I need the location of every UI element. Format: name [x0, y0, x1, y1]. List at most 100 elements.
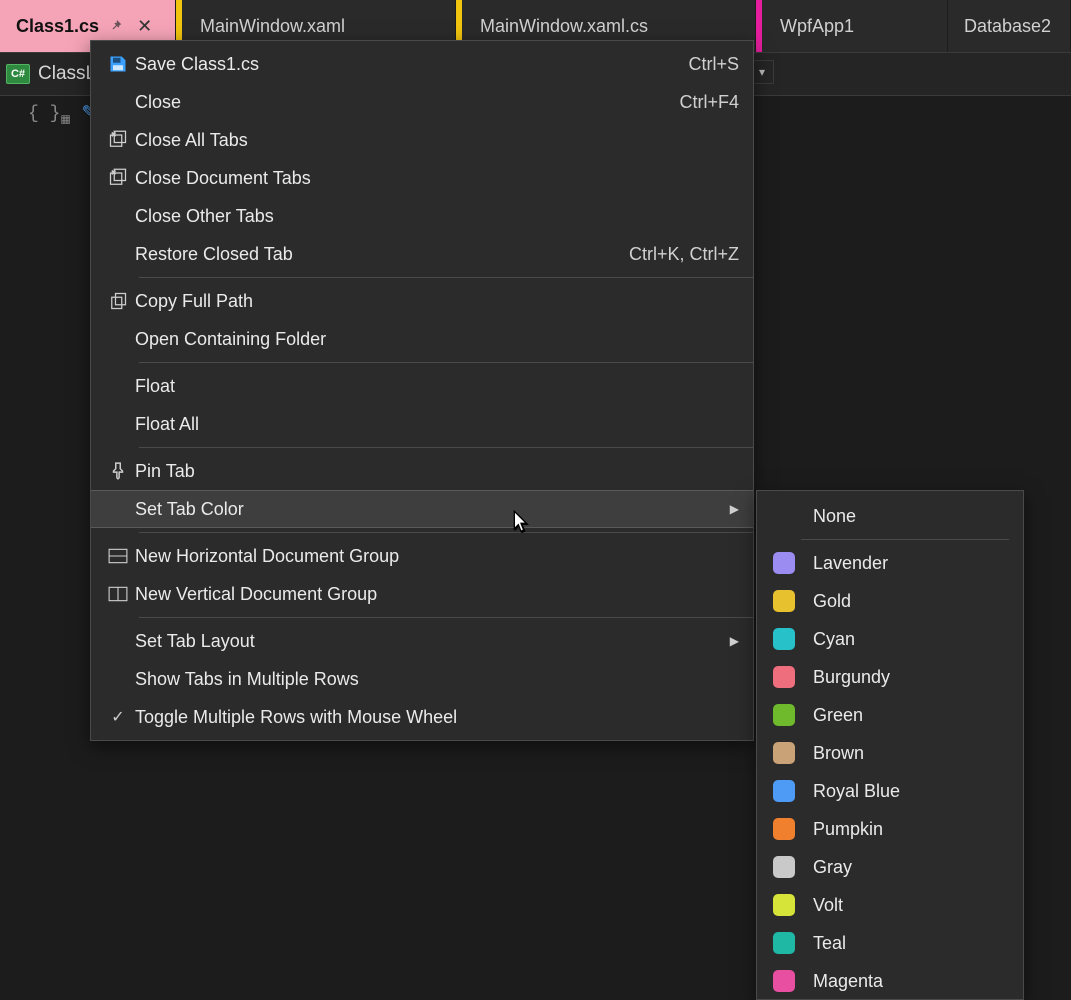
menu-label: Float All — [135, 414, 739, 435]
tab-color-submenu: None Lavender Gold Cyan Burgundy Green Brown Ro… — [756, 490, 1024, 1000]
color-swatch-icon — [773, 704, 795, 726]
copy-icon — [101, 291, 135, 311]
color-option-royal-blue[interactable]: Royal Blue — [757, 772, 1023, 810]
color-option-magenta[interactable]: Magenta — [757, 962, 1023, 1000]
tab-accent — [756, 0, 762, 52]
color-label: Brown — [813, 743, 864, 764]
check-icon: ✓ — [101, 707, 135, 727]
menu-float-all[interactable]: Float All — [91, 405, 753, 443]
menu-open-folder[interactable]: Open Containing Folder — [91, 320, 753, 358]
menu-toggle-wheel[interactable]: ✓ Toggle Multiple Rows with Mouse Wheel — [91, 698, 753, 736]
color-swatch-icon — [773, 628, 795, 650]
menu-restore-closed[interactable]: Restore Closed Tab Ctrl+K, Ctrl+Z — [91, 235, 753, 273]
pin-icon — [109, 19, 123, 33]
menu-close-docs[interactable]: Close Document Tabs — [91, 159, 753, 197]
color-label: Gold — [813, 591, 851, 612]
close-all-icon — [101, 130, 135, 150]
color-swatch-icon — [773, 666, 795, 688]
menu-separator — [139, 277, 753, 278]
color-option-none[interactable]: None — [757, 497, 1023, 535]
tab-label: MainWindow.xaml.cs — [480, 16, 648, 37]
menu-label: Close — [135, 92, 659, 113]
color-label: Burgundy — [813, 667, 890, 688]
color-option-green[interactable]: Green — [757, 696, 1023, 734]
menu-label: Show Tabs in Multiple Rows — [135, 669, 739, 690]
menu-close-all[interactable]: Close All Tabs — [91, 121, 753, 159]
color-label: Royal Blue — [813, 781, 900, 802]
menu-label: Float — [135, 376, 739, 397]
color-label: Gray — [813, 857, 852, 878]
menu-label: Close All Tabs — [135, 130, 739, 151]
color-label: None — [813, 506, 856, 527]
menu-label: Close Other Tabs — [135, 206, 739, 227]
color-label: Green — [813, 705, 863, 726]
tab-label: Database2 — [964, 16, 1051, 37]
menu-separator — [139, 617, 753, 618]
code-outline-decoration: { }▦ ✎ — [28, 102, 97, 127]
color-option-cyan[interactable]: Cyan — [757, 620, 1023, 658]
color-option-volt[interactable]: Volt — [757, 886, 1023, 924]
tab-label: WpfApp1 — [780, 16, 854, 37]
color-swatch-icon — [773, 894, 795, 916]
color-label: Cyan — [813, 629, 855, 650]
menu-save[interactable]: Save Class1.cs Ctrl+S — [91, 45, 753, 83]
menu-pin-tab[interactable]: Pin Tab — [91, 452, 753, 490]
menu-label: Set Tab Layout — [135, 631, 721, 652]
color-swatch-icon — [773, 552, 795, 574]
menu-label: New Horizontal Document Group — [135, 546, 739, 567]
menu-label: Save Class1.cs — [135, 54, 668, 75]
split-horizontal-icon — [101, 547, 135, 565]
color-label: Lavender — [813, 553, 888, 574]
color-swatch-icon — [773, 590, 795, 612]
tab-label: Class1.cs — [16, 16, 99, 37]
color-label: Magenta — [813, 971, 883, 992]
menu-label: Close Document Tabs — [135, 168, 739, 189]
close-icon[interactable]: ✕ — [137, 16, 152, 37]
menu-close-other[interactable]: Close Other Tabs — [91, 197, 753, 235]
menu-close[interactable]: Close Ctrl+F4 — [91, 83, 753, 121]
menu-label: New Vertical Document Group — [135, 584, 739, 605]
tab-wpfapp1[interactable]: WpfApp1 — [756, 0, 948, 52]
tab-database2[interactable]: Database2 — [948, 0, 1071, 52]
menu-label: Open Containing Folder — [135, 329, 739, 350]
menu-label: Set Tab Color — [135, 499, 721, 520]
menu-shortcut: Ctrl+F4 — [679, 92, 739, 113]
tab-context-menu: Save Class1.cs Ctrl+S Close Ctrl+F4 Clos… — [90, 40, 754, 741]
color-option-brown[interactable]: Brown — [757, 734, 1023, 772]
menu-separator — [801, 539, 1009, 540]
menu-new-horizontal-group[interactable]: New Horizontal Document Group — [91, 537, 753, 575]
menu-separator — [139, 362, 753, 363]
menu-label: Restore Closed Tab — [135, 244, 609, 265]
menu-float[interactable]: Float — [91, 367, 753, 405]
menu-shortcut: Ctrl+S — [688, 54, 739, 75]
menu-shortcut: Ctrl+K, Ctrl+Z — [629, 244, 739, 265]
color-option-gold[interactable]: Gold — [757, 582, 1023, 620]
menu-set-tab-color[interactable]: Set Tab Color ▶ — [91, 490, 753, 528]
menu-set-tab-layout[interactable]: Set Tab Layout ▶ — [91, 622, 753, 660]
menu-new-vertical-group[interactable]: New Vertical Document Group — [91, 575, 753, 613]
color-option-pumpkin[interactable]: Pumpkin — [757, 810, 1023, 848]
color-label: Volt — [813, 895, 843, 916]
color-option-teal[interactable]: Teal — [757, 924, 1023, 962]
color-swatch-icon — [773, 932, 795, 954]
menu-label: Copy Full Path — [135, 291, 739, 312]
save-icon — [101, 54, 135, 74]
color-option-lavender[interactable]: Lavender — [757, 544, 1023, 582]
menu-copy-path[interactable]: Copy Full Path — [91, 282, 753, 320]
color-swatch-icon — [773, 818, 795, 840]
close-docs-icon — [101, 168, 135, 188]
menu-separator — [139, 447, 753, 448]
csharp-badge-icon: C# — [6, 64, 30, 84]
breadcrumb-text[interactable]: ClassL — [38, 63, 96, 85]
color-label: Teal — [813, 933, 846, 954]
tab-label: MainWindow.xaml — [200, 16, 345, 37]
color-label: Pumpkin — [813, 819, 883, 840]
menu-show-multi-rows[interactable]: Show Tabs in Multiple Rows — [91, 660, 753, 698]
color-swatch-icon — [773, 742, 795, 764]
submenu-arrow-icon: ▶ — [721, 634, 739, 648]
color-option-burgundy[interactable]: Burgundy — [757, 658, 1023, 696]
pin-icon — [101, 462, 135, 480]
color-swatch-icon — [773, 780, 795, 802]
color-option-gray[interactable]: Gray — [757, 848, 1023, 886]
menu-separator — [139, 532, 753, 533]
